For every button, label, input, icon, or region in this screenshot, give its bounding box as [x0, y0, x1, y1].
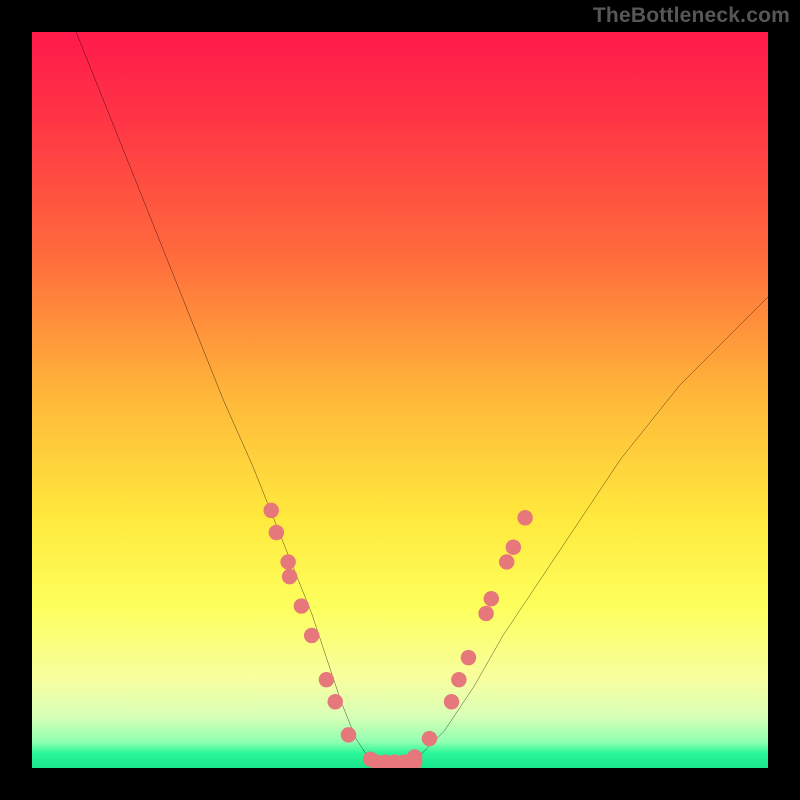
- markers-left-branch: [263, 503, 378, 767]
- data-marker: [484, 591, 499, 606]
- markers-right-branch: [407, 510, 533, 765]
- data-marker: [341, 727, 356, 742]
- watermark-text: TheBottleneck.com: [593, 4, 790, 28]
- markers-bottom-band: [369, 754, 423, 768]
- data-marker: [319, 672, 334, 687]
- bottleneck-curve: [76, 32, 768, 768]
- data-marker: [461, 650, 476, 665]
- data-marker: [269, 525, 284, 540]
- chart-frame: TheBottleneck.com: [0, 0, 800, 800]
- data-marker: [451, 672, 466, 687]
- data-marker: [304, 628, 319, 643]
- data-marker: [328, 694, 343, 709]
- data-marker: [478, 606, 493, 621]
- data-marker: [506, 539, 521, 554]
- data-marker: [282, 569, 297, 584]
- data-marker: [263, 503, 278, 518]
- data-marker: [422, 731, 437, 746]
- data-marker: [444, 694, 459, 709]
- plot-area: [32, 32, 768, 768]
- data-marker: [294, 598, 309, 613]
- data-marker: [517, 510, 532, 525]
- data-marker: [499, 554, 514, 569]
- data-marker: [280, 554, 295, 569]
- curve-layer: [32, 32, 768, 768]
